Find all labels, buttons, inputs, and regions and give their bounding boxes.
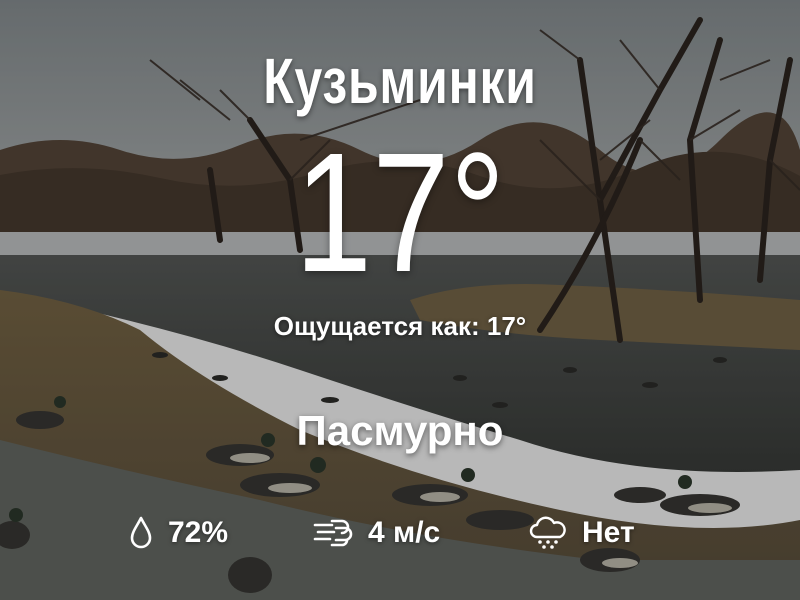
weather-condition: Пасмурно [296, 407, 504, 454]
precipitation-value: Нет [582, 516, 635, 549]
wind-icon [312, 516, 354, 550]
rain-cloud-icon [528, 515, 568, 551]
feels-like-label: Ощущается как: [273, 311, 480, 341]
feels-like: Ощущается как: 17° [0, 311, 800, 342]
wind-stat: 4 м/с [312, 510, 440, 556]
humidity-stat: 72% [128, 510, 228, 556]
wind-value: 4 м/с [368, 516, 441, 549]
weather-details: 72% 4 м/с Нет [0, 510, 800, 556]
weather-panel: Кузьминки 17° Ощущается как: 17° Пасмурн… [0, 0, 800, 600]
location-name: Кузьминки [263, 45, 537, 117]
precipitation-stat: Нет [528, 510, 635, 556]
humidity-value: 72% [168, 516, 229, 549]
current-temperature: 17° [294, 118, 506, 308]
feels-like-value: 17° [486, 311, 527, 341]
droplet-icon [128, 515, 154, 551]
